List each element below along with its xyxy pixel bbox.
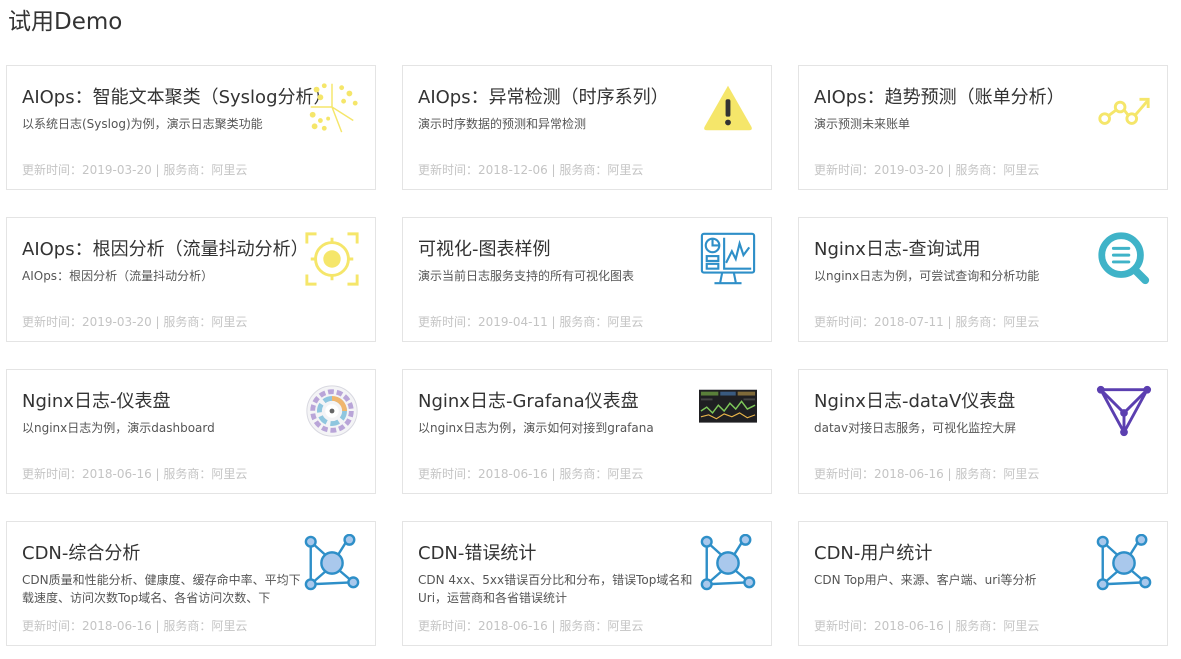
card-desc: AIOps：根因分析（流量抖动分析） bbox=[22, 269, 214, 283]
trend-icon bbox=[1095, 78, 1153, 136]
network-icon bbox=[1095, 534, 1153, 592]
demo-card-nginx-grafana[interactable]: Nginx日志-Grafana仪表盘 以nginx日志为例，演示如何对接到gra… bbox=[402, 369, 772, 494]
network-icon bbox=[699, 534, 757, 592]
demo-card-nginx-dashboard[interactable]: Nginx日志-仪表盘 以nginx日志为例，演示dashboard 更新时间：… bbox=[6, 369, 376, 494]
card-desc: 演示当前日志服务支持的所有可视化图表 bbox=[418, 269, 635, 283]
card-meta: 更新时间：2018-07-11 | 服务商：阿里云 bbox=[814, 315, 1040, 329]
demo-card-trend-forecast[interactable]: AIOps：趋势预测（账单分析） 演示预测未来账单 更新时间：2019-03-2… bbox=[798, 65, 1168, 190]
card-desc: 以系统日志(Syslog)为例，演示日志聚类功能 bbox=[22, 117, 263, 131]
search-icon bbox=[1095, 230, 1153, 288]
card-title: 可视化-图表样例 bbox=[418, 239, 551, 260]
demo-card-visualization[interactable]: 可视化-图表样例 演示当前日志服务支持的所有可视化图表 更新时间：2019-04… bbox=[402, 217, 772, 342]
card-desc: datav对接日志服务，可视化监控大屏 bbox=[814, 421, 1017, 435]
demo-card-nginx-query[interactable]: Nginx日志-查询试用 以nginx日志为例，可尝试查询和分析功能 更新时间：… bbox=[798, 217, 1168, 342]
radial-chart-icon bbox=[303, 382, 361, 440]
card-meta: 更新时间：2018-06-16 | 服务商：阿里云 bbox=[22, 619, 248, 633]
demo-card-nginx-datav[interactable]: Nginx日志-dataV仪表盘 datav对接日志服务，可视化监控大屏 更新时… bbox=[798, 369, 1168, 494]
card-title: AIOps：趋势预测（账单分析） bbox=[814, 87, 1065, 108]
card-meta: 更新时间：2018-06-16 | 服务商：阿里云 bbox=[418, 467, 644, 481]
card-desc: 以nginx日志为例，可尝试查询和分析功能 bbox=[814, 269, 1040, 283]
demo-card-anomaly-detection[interactable]: AIOps：异常检测（时序系列） 演示时序数据的预测和异常检测 更新时间：201… bbox=[402, 65, 772, 190]
card-desc: CDN质量和性能分析、健康度、缓存命中率、平均下载速度、访问次数Top域名、各省… bbox=[22, 573, 301, 605]
demo-card-cdn-errors[interactable]: CDN-错误统计 CDN 4xx、5xx错误百分比和分布，错误Top域名和Uri… bbox=[402, 521, 772, 646]
card-title: AIOps：异常检测（时序系列） bbox=[418, 87, 669, 108]
card-title: Nginx日志-dataV仪表盘 bbox=[814, 391, 1016, 412]
demo-card-cdn-overview[interactable]: CDN-综合分析 CDN质量和性能分析、健康度、缓存命中率、平均下载速度、访问次… bbox=[6, 521, 376, 646]
card-title: CDN-错误统计 bbox=[418, 543, 537, 564]
card-title: AIOps：根因分析（流量抖动分析） bbox=[22, 239, 309, 260]
card-desc: CDN Top用户、来源、客户端、uri等分析 bbox=[814, 573, 1037, 587]
monitor-chart-icon bbox=[699, 230, 757, 288]
card-desc: CDN 4xx、5xx错误百分比和分布，错误Top域名和Uri，运营商和各省错误… bbox=[418, 573, 693, 605]
card-desc: 以nginx日志为例，演示如何对接到grafana bbox=[418, 421, 654, 435]
card-meta: 更新时间：2018-06-16 | 服务商：阿里云 bbox=[22, 467, 248, 481]
target-icon bbox=[303, 230, 361, 288]
card-meta: 更新时间：2018-06-16 | 服务商：阿里云 bbox=[814, 467, 1040, 481]
card-title: AIOps：智能文本聚类（Syslog分析） bbox=[22, 87, 332, 108]
network-icon bbox=[303, 534, 361, 592]
warning-icon bbox=[699, 78, 757, 136]
card-meta: 更新时间：2018-12-06 | 服务商：阿里云 bbox=[418, 163, 644, 177]
card-desc: 演示时序数据的预测和异常检测 bbox=[418, 117, 587, 131]
card-meta: 更新时间：2019-04-11 | 服务商：阿里云 bbox=[418, 315, 644, 329]
card-title: Nginx日志-Grafana仪表盘 bbox=[418, 391, 639, 412]
card-title: Nginx日志-查询试用 bbox=[814, 239, 981, 260]
card-title: CDN-综合分析 bbox=[22, 543, 141, 564]
demo-card-cdn-users[interactable]: CDN-用户统计 CDN Top用户、来源、客户端、uri等分析 更新时间：20… bbox=[798, 521, 1168, 646]
card-meta: 更新时间：2018-06-16 | 服务商：阿里云 bbox=[418, 619, 644, 633]
cluster-dots-icon bbox=[303, 78, 361, 136]
grafana-dashboard-icon bbox=[699, 382, 757, 440]
page-title: 试用Demo bbox=[8, 9, 123, 35]
card-meta: 更新时间：2019-03-20 | 服务商：阿里云 bbox=[22, 163, 248, 177]
card-meta: 更新时间：2019-03-20 | 服务商：阿里云 bbox=[814, 163, 1040, 177]
triangle-network-icon bbox=[1095, 382, 1153, 440]
card-desc: 演示预测未来账单 bbox=[814, 117, 911, 131]
card-meta: 更新时间：2018-06-16 | 服务商：阿里云 bbox=[814, 619, 1040, 633]
demo-card-root-cause[interactable]: AIOps：根因分析（流量抖动分析） AIOps：根因分析（流量抖动分析） 更新… bbox=[6, 217, 376, 342]
card-desc: 以nginx日志为例，演示dashboard bbox=[22, 421, 215, 435]
card-meta: 更新时间：2019-03-20 | 服务商：阿里云 bbox=[22, 315, 248, 329]
demo-card-syslog-cluster[interactable]: AIOps：智能文本聚类（Syslog分析） 以系统日志(Syslog)为例，演… bbox=[6, 65, 376, 190]
card-title: Nginx日志-仪表盘 bbox=[22, 391, 171, 412]
card-title: CDN-用户统计 bbox=[814, 543, 933, 564]
